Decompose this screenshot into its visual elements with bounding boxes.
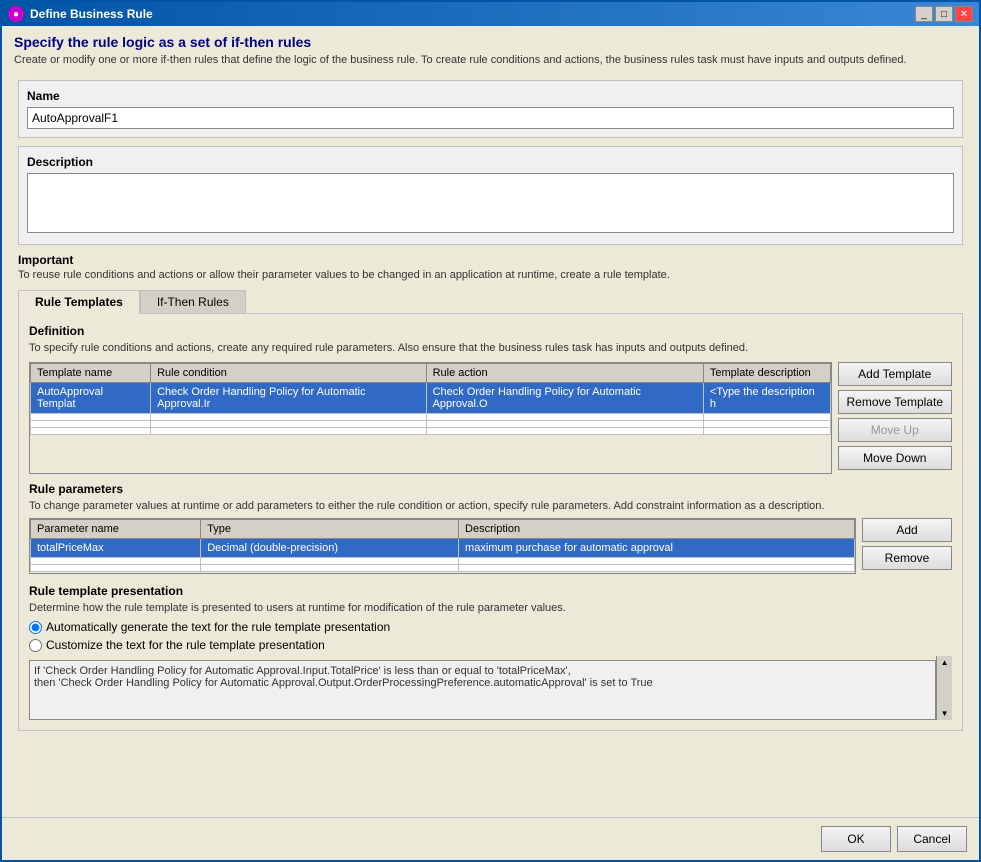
col-param-description: Description: [459, 520, 855, 539]
radio-auto-label: Automatically generate the text for the …: [46, 620, 390, 634]
cell-param-type: Decimal (double-precision): [201, 539, 459, 558]
table-row[interactable]: [31, 414, 831, 421]
add-template-button[interactable]: Add Template: [838, 362, 953, 386]
name-section: Name: [18, 80, 963, 138]
table-row[interactable]: totalPriceMax Decimal (double-precision)…: [31, 539, 855, 558]
tab-if-then-rules[interactable]: If-Then Rules: [140, 290, 246, 314]
template-table-container: Template name Rule condition Rule action…: [29, 362, 832, 474]
table-row[interactable]: [31, 428, 831, 435]
table-row[interactable]: [31, 421, 831, 428]
radio-auto[interactable]: [29, 621, 42, 634]
move-up-button[interactable]: Move Up: [838, 418, 953, 442]
tabs-container: Rule Templates If-Then Rules Definition …: [18, 289, 963, 731]
table-row[interactable]: [31, 558, 855, 565]
cell-template-description: <Type the description h: [703, 383, 830, 414]
col-rule-action: Rule action: [426, 364, 703, 383]
params-area: Parameter name Type Description totalPri…: [29, 518, 952, 574]
tab-content: Definition To specify rule conditions an…: [18, 313, 963, 731]
important-text: To reuse rule conditions and actions or …: [18, 269, 963, 281]
presentation-section: Rule template presentation Determine how…: [29, 584, 952, 720]
remove-template-button[interactable]: Remove Template: [838, 390, 953, 414]
maximize-button[interactable]: □: [935, 6, 953, 22]
radio-auto-option: Automatically generate the text for the …: [29, 620, 952, 634]
description-textarea[interactable]: [27, 173, 954, 233]
close-button[interactable]: ✕: [955, 6, 973, 22]
footer: OK Cancel: [2, 817, 979, 860]
window-title: Define Business Rule: [30, 7, 153, 21]
remove-param-button[interactable]: Remove: [862, 546, 952, 570]
radio-custom-label: Customize the text for the rule template…: [46, 638, 325, 652]
params-table: Parameter name Type Description totalPri…: [30, 519, 855, 572]
description-section: Description: [18, 146, 963, 245]
definition-label: Definition: [29, 324, 952, 338]
scroll-down-icon[interactable]: ▼: [941, 709, 949, 718]
cell-param-description: maximum purchase for automatic approval: [459, 539, 855, 558]
window-icon: ●: [8, 6, 24, 22]
minimize-button[interactable]: _: [915, 6, 933, 22]
preview-area: If 'Check Order Handling Policy for Auto…: [29, 656, 952, 720]
table-row[interactable]: [31, 565, 855, 572]
description-label: Description: [27, 155, 954, 169]
params-button-group: Add Remove: [862, 518, 952, 574]
template-table: Template name Rule condition Rule action…: [30, 363, 831, 435]
scroll-controls: ▲ ▼: [936, 656, 952, 720]
presentation-label: Rule template presentation: [29, 584, 952, 598]
presentation-preview: If 'Check Order Handling Policy for Auto…: [29, 660, 936, 720]
template-button-group: Add Template Remove Template Move Up Mov…: [838, 362, 953, 474]
cell-rule-condition: Check Order Handling Policy for Automati…: [151, 383, 426, 414]
cell-template-name: AutoApproval Templat: [31, 383, 151, 414]
col-param-name: Parameter name: [31, 520, 201, 539]
rule-parameters-description: To change parameter values at runtime or…: [29, 500, 952, 512]
cancel-button[interactable]: Cancel: [897, 826, 967, 852]
main-window: ● Define Business Rule _ □ ✕ Specify the…: [0, 0, 981, 862]
table-row[interactable]: AutoApproval Templat Check Order Handlin…: [31, 383, 831, 414]
rule-parameters-label: Rule parameters: [29, 482, 952, 496]
col-template-name: Template name: [31, 364, 151, 383]
title-bar: ● Define Business Rule _ □ ✕: [2, 2, 979, 26]
ok-button[interactable]: OK: [821, 826, 891, 852]
important-section: Important To reuse rule conditions and a…: [18, 253, 963, 281]
rule-parameters-section: Rule parameters To change parameter valu…: [29, 482, 952, 574]
params-table-container: Parameter name Type Description totalPri…: [29, 518, 856, 574]
name-label: Name: [27, 89, 954, 103]
content-area: Specify the rule logic as a set of if-th…: [2, 26, 979, 817]
cell-param-name: totalPriceMax: [31, 539, 201, 558]
scroll-up-icon[interactable]: ▲: [941, 658, 949, 667]
move-down-button[interactable]: Move Down: [838, 446, 953, 470]
page-title: Specify the rule logic as a set of if-th…: [14, 34, 967, 50]
scroll-area[interactable]: Name Description Important To reuse rule…: [14, 76, 967, 809]
presentation-description: Determine how the rule template is prese…: [29, 602, 952, 614]
col-template-description: Template description: [703, 364, 830, 383]
name-input[interactable]: [27, 107, 954, 129]
radio-custom-option: Customize the text for the rule template…: [29, 638, 952, 652]
col-param-type: Type: [201, 520, 459, 539]
tab-bar: Rule Templates If-Then Rules: [18, 289, 963, 313]
template-area: Template name Rule condition Rule action…: [29, 362, 952, 474]
col-rule-condition: Rule condition: [151, 364, 426, 383]
page-description: Create or modify one or more if-then rul…: [14, 54, 967, 66]
title-buttons: _ □ ✕: [915, 6, 973, 22]
important-label: Important: [18, 253, 963, 267]
tab-rule-templates[interactable]: Rule Templates: [18, 290, 140, 314]
definition-description: To specify rule conditions and actions, …: [29, 342, 952, 354]
cell-rule-action: Check Order Handling Policy for Automati…: [426, 383, 703, 414]
add-param-button[interactable]: Add: [862, 518, 952, 542]
radio-custom[interactable]: [29, 639, 42, 652]
